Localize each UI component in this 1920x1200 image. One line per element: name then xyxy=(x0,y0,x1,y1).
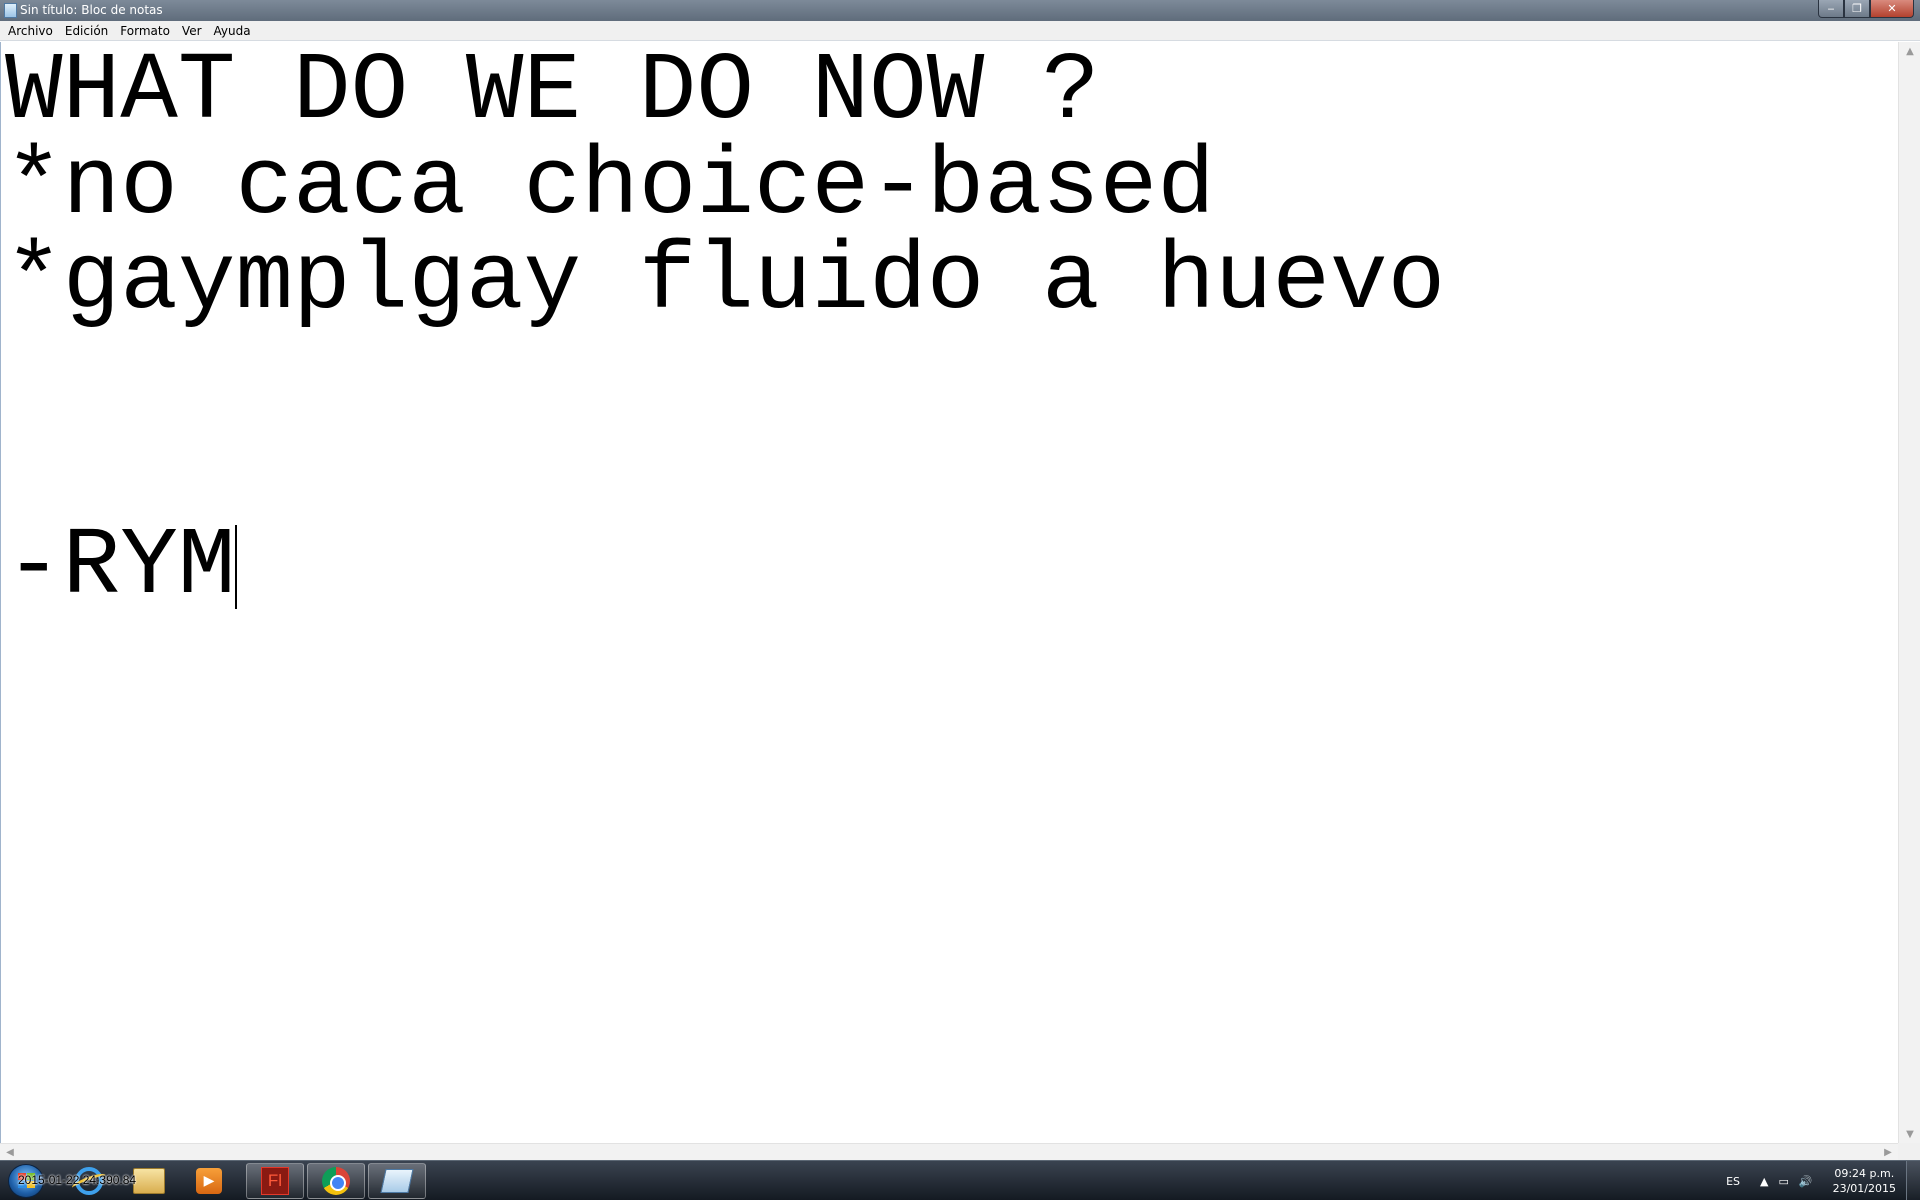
editor-content[interactable]: WHAT DO WE DO NOW ? *no caca choice-based… xyxy=(5,42,1446,621)
scroll-up-arrow-icon[interactable]: ▲ xyxy=(1899,42,1920,60)
system-tray: ES ▲ ▭ 🔊 09:24 p.m. 23/01/2015 xyxy=(1726,1161,1920,1200)
close-button[interactable]: ✕ xyxy=(1870,0,1914,18)
vertical-scrollbar[interactable]: ▲ ▼ xyxy=(1898,42,1920,1143)
chrome-icon xyxy=(322,1167,350,1195)
scroll-down-arrow-icon[interactable]: ▼ xyxy=(1899,1125,1920,1143)
taskbar-chrome[interactable] xyxy=(307,1163,365,1199)
scroll-left-arrow-icon[interactable]: ◀ xyxy=(2,1144,18,1161)
title-bar[interactable]: Sin título: Bloc de notas ‒ ❐ ✕ xyxy=(0,0,1920,21)
show-desktop-button[interactable] xyxy=(1906,1161,1920,1200)
menu-edicion[interactable]: Edición xyxy=(59,21,114,41)
windows-explorer-icon xyxy=(133,1168,165,1194)
editor-line: WHAT DO WE DO NOW ? xyxy=(5,42,1100,146)
volume-icon[interactable]: 🔊 xyxy=(1799,1175,1813,1188)
editor-line: *gaymplgay fluido a huevo xyxy=(5,227,1446,336)
editor-line: -RYM xyxy=(5,512,236,621)
menu-archivo[interactable]: Archivo xyxy=(2,21,59,41)
taskbar: 2015-01-22 24:390.84 ▶ Fl ES ▲ ▭ 🔊 09:24… xyxy=(0,1160,1920,1200)
flash-icon: Fl xyxy=(261,1167,289,1195)
text-caret xyxy=(235,525,237,609)
taskbar-media-player[interactable]: ▶ xyxy=(180,1163,238,1199)
minimize-button[interactable]: ‒ xyxy=(1818,0,1844,18)
clock-time: 09:24 p.m. xyxy=(1834,1167,1895,1180)
size-grip[interactable] xyxy=(1898,1143,1920,1160)
menu-formato[interactable]: Formato xyxy=(114,21,176,41)
taskbar-flash[interactable]: Fl xyxy=(246,1163,304,1199)
editor-line: *no caca choice-based xyxy=(5,132,1215,241)
menu-bar: Archivo Edición Formato Ver Ayuda xyxy=(0,21,1920,41)
scroll-right-arrow-icon[interactable]: ▶ xyxy=(1880,1144,1896,1161)
horizontal-scrollbar[interactable]: ◀ ▶ xyxy=(0,1143,1898,1160)
clock-date: 23/01/2015 xyxy=(1832,1182,1896,1195)
language-indicator[interactable]: ES xyxy=(1726,1175,1740,1188)
window-title: Sin título: Bloc de notas xyxy=(20,3,163,17)
menu-ayuda[interactable]: Ayuda xyxy=(208,21,257,41)
clock[interactable]: 09:24 p.m. 23/01/2015 xyxy=(1833,1166,1896,1196)
text-editor[interactable]: WHAT DO WE DO NOW ? *no caca choice-based… xyxy=(0,42,1898,1143)
maximize-button[interactable]: ❐ xyxy=(1844,0,1870,18)
overlay-timer-text: 2015-01-22 24:390.84 xyxy=(18,1173,137,1187)
menu-ver[interactable]: Ver xyxy=(176,21,208,41)
taskbar-notepad[interactable] xyxy=(368,1163,426,1199)
network-icon[interactable]: ▭ xyxy=(1778,1175,1788,1188)
media-player-icon: ▶ xyxy=(196,1168,222,1194)
notepad-app-icon[interactable] xyxy=(4,3,17,18)
notepad-icon xyxy=(380,1169,414,1193)
show-hidden-icons-icon[interactable]: ▲ xyxy=(1760,1175,1768,1188)
caption-buttons: ‒ ❐ ✕ xyxy=(1818,0,1914,20)
